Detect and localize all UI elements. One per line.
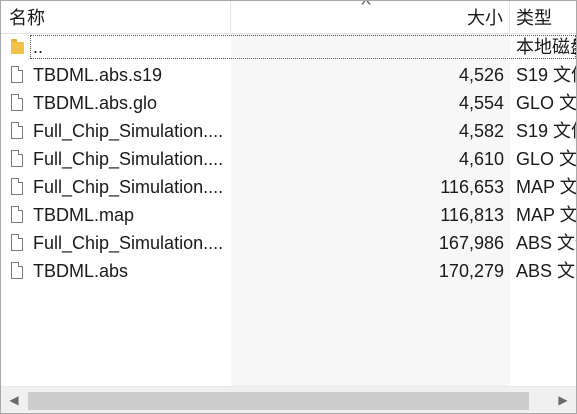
file-type: 本地磁盘: [516, 37, 576, 57]
column-header-name[interactable]: 名称: [1, 1, 231, 33]
column-header-size-label: 大小: [467, 8, 503, 28]
file-row[interactable]: TBDML.abs 170,279 ABS 文件: [1, 257, 576, 285]
file-row[interactable]: Full_Chip_Simulation.... 4,582 S19 文件: [1, 117, 576, 145]
file-row[interactable]: TBDML.abs.glo 4,554 GLO 文件: [1, 89, 576, 117]
file-icon: [11, 206, 25, 224]
column-header-name-label: 名称: [9, 8, 45, 28]
scroll-right-arrow-icon[interactable]: ▶: [550, 387, 576, 413]
file-name: Full_Chip_Simulation....: [33, 121, 224, 141]
file-row[interactable]: Full_Chip_Simulation.... 4,610 GLO 文件: [1, 145, 576, 173]
file-icon: [11, 94, 25, 112]
column-header-type-label: 类型: [516, 8, 552, 28]
file-icon: [11, 66, 25, 84]
scrollbar-thumb[interactable]: [28, 392, 529, 410]
sort-ascending-icon: ^: [361, 0, 371, 12]
column-header: 名称 大小 类型 ^: [1, 1, 576, 34]
file-row[interactable]: Full_Chip_Simulation.... 167,986 ABS 文件: [1, 229, 576, 257]
file-icon: [11, 178, 25, 196]
horizontal-scrollbar[interactable]: ◀ ▶: [1, 386, 576, 413]
file-size: 4,582: [458, 121, 504, 141]
file-row[interactable]: Full_Chip_Simulation.... 116,653 MAP 文件: [1, 173, 576, 201]
file-name: TBDML.abs.glo: [33, 93, 158, 113]
file-size: 4,610: [458, 149, 504, 169]
scroll-left-arrow-icon[interactable]: ◀: [1, 387, 27, 413]
file-name: Full_Chip_Simulation....: [33, 177, 224, 197]
file-size: [231, 33, 504, 61]
file-size: 116,653: [440, 177, 504, 197]
file-size: 167,986: [438, 233, 504, 253]
folder-icon: [11, 38, 25, 56]
file-name: Full_Chip_Simulation....: [33, 233, 224, 253]
file-name: TBDML.abs.s19: [33, 65, 163, 85]
file-type: S19 文件: [516, 65, 576, 85]
file-name: TBDML.abs: [33, 261, 129, 281]
file-icon: [11, 122, 25, 140]
file-size: 170,279: [438, 261, 504, 281]
file-row[interactable]: TBDML.map 116,813 MAP 文件: [1, 201, 576, 229]
file-type: S19 文件: [516, 121, 576, 141]
file-type: MAP 文件: [516, 205, 577, 225]
column-header-type[interactable]: 类型: [510, 1, 576, 33]
file-icon: [11, 262, 25, 280]
file-size: 4,554: [458, 93, 504, 113]
file-row[interactable]: TBDML.abs.s19 4,526 S19 文件: [1, 61, 576, 89]
file-name: Full_Chip_Simulation....: [33, 149, 224, 169]
file-list-view[interactable]: 名称 大小 类型 ^ .. 本地磁盘 TBDML.abs.s19 4,526 S19 文…: [0, 0, 577, 414]
file-type: MAP 文件: [516, 177, 577, 197]
file-size: 116,813: [440, 205, 504, 225]
file-icon: [11, 150, 25, 168]
file-icon: [11, 234, 25, 252]
file-type: GLO 文件: [516, 93, 577, 113]
file-type: ABS 文件: [516, 233, 576, 253]
file-type: ABS 文件: [516, 261, 576, 281]
file-size: 4,526: [458, 65, 504, 85]
parent-folder-row[interactable]: .. 本地磁盘: [1, 33, 576, 61]
file-type: GLO 文件: [516, 149, 577, 169]
file-name: TBDML.map: [33, 205, 135, 225]
file-name: ..: [33, 37, 44, 57]
